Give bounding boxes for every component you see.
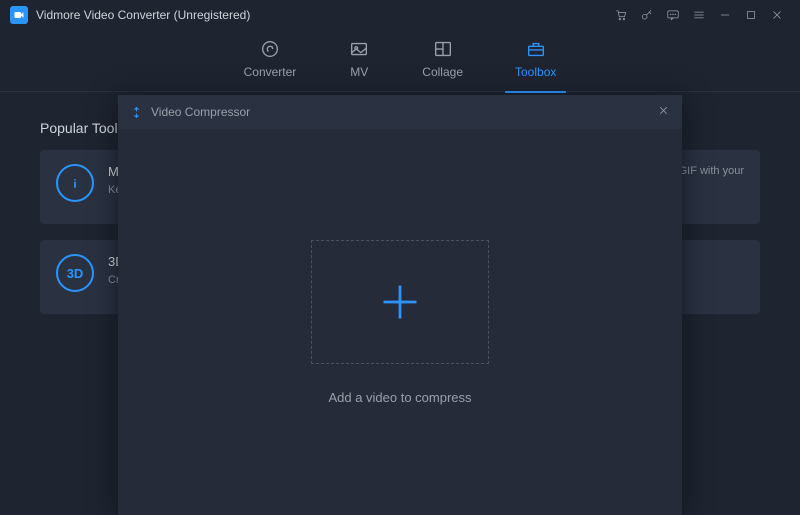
- tab-label: MV: [350, 65, 368, 79]
- key-icon[interactable]: [634, 0, 660, 30]
- minimize-button[interactable]: [712, 0, 738, 30]
- plus-icon: [378, 280, 422, 324]
- modal-header: Video Compressor: [118, 95, 682, 129]
- maximize-button[interactable]: [738, 0, 764, 30]
- app-title: Vidmore Video Converter (Unregistered): [36, 8, 250, 22]
- toolbox-icon: [525, 39, 547, 59]
- tab-toolbox[interactable]: Toolbox: [515, 39, 556, 83]
- tab-label: Toolbox: [515, 65, 556, 79]
- dropzone-label: Add a video to compress: [328, 390, 471, 405]
- tab-label: Collage: [422, 65, 463, 79]
- tab-mv[interactable]: MV: [348, 39, 370, 83]
- modal-overlay: Video Compressor Add a video to compress: [0, 95, 800, 515]
- tab-converter[interactable]: Converter: [244, 39, 297, 83]
- feedback-icon[interactable]: [660, 0, 686, 30]
- modal-body: Add a video to compress: [118, 129, 682, 515]
- modal-close-button[interactable]: [657, 104, 670, 120]
- mv-icon: [348, 39, 370, 59]
- compress-icon: [130, 106, 143, 119]
- close-button[interactable]: [764, 0, 790, 30]
- modal-title: Video Compressor: [151, 105, 250, 119]
- cart-icon[interactable]: [608, 0, 634, 30]
- tab-collage[interactable]: Collage: [422, 39, 463, 83]
- app-logo-icon: [10, 6, 28, 24]
- add-video-dropzone[interactable]: [311, 240, 489, 364]
- video-compressor-modal: Video Compressor Add a video to compress: [118, 95, 682, 515]
- tab-label: Converter: [244, 65, 297, 79]
- main-tabs: Converter MV Collage Toolbox: [0, 30, 800, 92]
- titlebar: Vidmore Video Converter (Unregistered): [0, 0, 800, 30]
- menu-icon[interactable]: [686, 0, 712, 30]
- convert-icon: [259, 39, 281, 59]
- collage-icon: [432, 39, 454, 59]
